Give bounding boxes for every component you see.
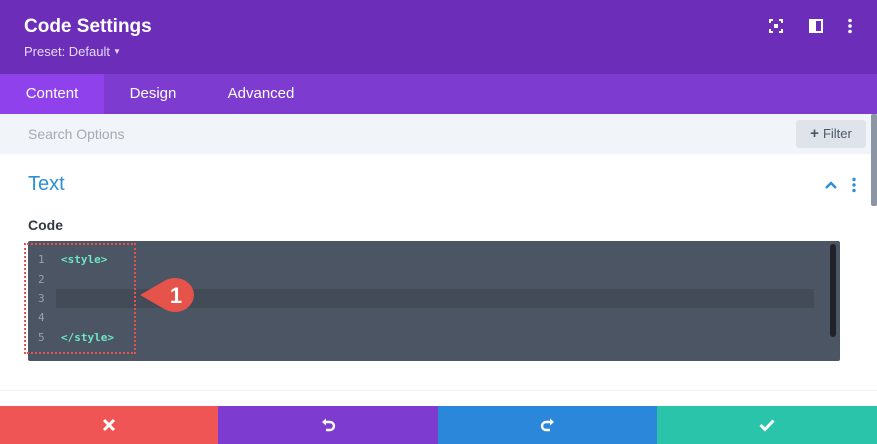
redo-icon (540, 418, 554, 432)
editor-scrollbar[interactable] (830, 244, 836, 337)
preset-dropdown[interactable]: Preset: Default ▼ (24, 44, 121, 59)
modal-title: Code Settings (24, 16, 152, 37)
preset-label: Preset: Default (24, 44, 110, 59)
action-bar (0, 406, 877, 444)
discard-button[interactable] (0, 406, 218, 444)
tab-content[interactable]: Content (0, 74, 104, 114)
tab-bar: Content Design Advanced (0, 74, 877, 114)
filter-label: Filter (822, 126, 852, 141)
undo-icon (322, 418, 336, 432)
filter-button[interactable]: + Filter (796, 120, 866, 148)
caret-down-icon: ▼ (113, 47, 121, 56)
section-title[interactable]: Text (28, 173, 65, 196)
tab-advanced[interactable]: Advanced (202, 74, 320, 114)
code-field-label: Code (28, 217, 63, 233)
sidebar-split-icon[interactable] (808, 18, 824, 34)
section-menu-icon[interactable] (849, 177, 859, 193)
chevron-up-icon[interactable] (824, 178, 838, 192)
undo-button[interactable] (218, 406, 438, 444)
redo-button[interactable] (438, 406, 657, 444)
tab-design[interactable]: Design (104, 74, 202, 114)
close-icon (102, 418, 116, 432)
save-button[interactable] (657, 406, 877, 444)
expand-icon[interactable] (768, 18, 784, 34)
highlight-box (24, 243, 136, 354)
search-input[interactable] (14, 120, 714, 148)
modal-header: Code Settings Preset: Default ▼ (0, 0, 877, 74)
search-bar (0, 114, 877, 154)
plus-icon: + (810, 125, 819, 142)
callout-number: 1 (169, 283, 183, 308)
panel-scrollbar[interactable] (871, 114, 877, 206)
checkmark-icon (759, 419, 775, 432)
kebab-menu-icon[interactable] (842, 18, 858, 34)
divider (0, 390, 877, 391)
